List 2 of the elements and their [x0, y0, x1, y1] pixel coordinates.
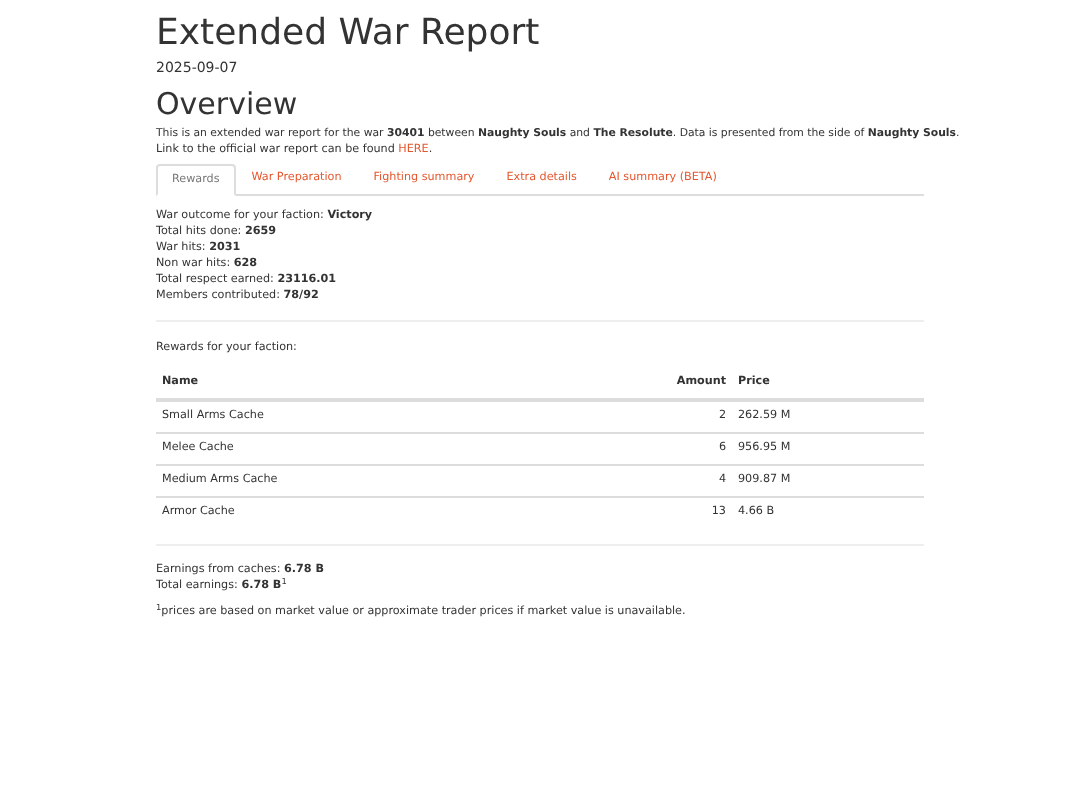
page-title: Extended War Report [156, 12, 542, 56]
section-heading: Overview [156, 86, 300, 122]
